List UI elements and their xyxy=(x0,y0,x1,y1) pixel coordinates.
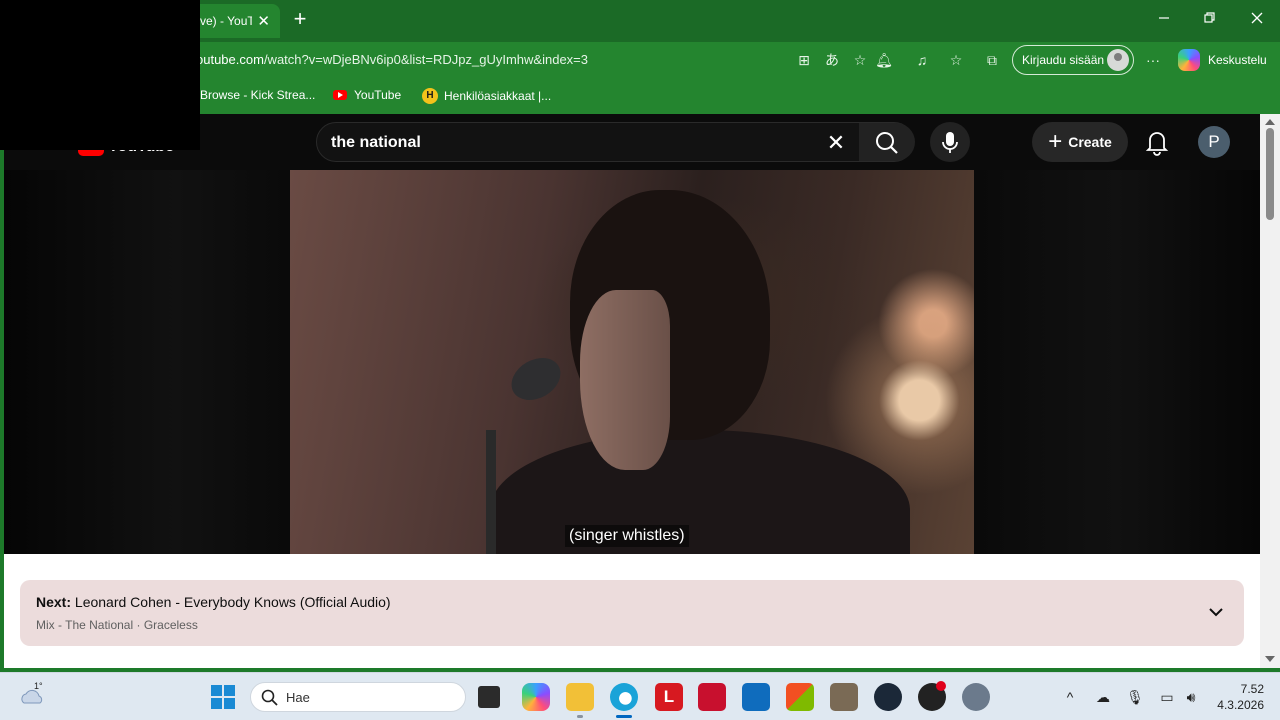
file-explorer-icon[interactable] xyxy=(566,683,594,711)
scroll-thumb[interactable] xyxy=(1266,128,1274,220)
youtube-icon xyxy=(333,90,347,100)
notifications-bell-icon[interactable] xyxy=(1144,128,1170,156)
microsoft-store-icon[interactable] xyxy=(786,683,814,711)
search-input[interactable]: the national xyxy=(331,134,421,152)
video-frame[interactable] xyxy=(290,170,974,554)
video-player[interactable]: (singer whistles) xyxy=(4,170,1260,554)
bookmark-label: Browse - Kick Strea... xyxy=(200,88,316,102)
system-clock[interactable]: 7.52 4.3.2026 xyxy=(1212,681,1264,713)
bookmark-label: Henkilöasiakkaat |... xyxy=(444,89,552,103)
weather-temperature: 1° xyxy=(34,681,43,691)
media-control-icon[interactable]: ♫ xyxy=(912,50,932,70)
network-icon[interactable]: ▭ xyxy=(1157,687,1177,707)
windows-taskbar: 1° Hae L ^ ☁ 🎙︎ ▭ 🔊︎ 7.52 4.3.2026 xyxy=(0,672,1280,720)
bookmark-label: YouTube xyxy=(354,88,402,102)
search-icon xyxy=(261,689,278,706)
singer-face xyxy=(580,290,670,470)
bookmark-youtube[interactable]: YouTube xyxy=(333,88,401,102)
player-left-backdrop xyxy=(4,170,290,554)
scroll-up-icon[interactable] xyxy=(1265,119,1275,125)
youtube-page: YouTube the national ✕ + Create xyxy=(4,114,1260,668)
running-indicator-active xyxy=(616,715,632,718)
minimize-button[interactable] xyxy=(1152,8,1176,32)
more-options-icon[interactable]: ··· xyxy=(1143,50,1163,70)
copilot-button[interactable]: Keskustelu xyxy=(1178,49,1267,71)
page-scrollbar[interactable] xyxy=(1260,114,1280,668)
create-button[interactable]: + Create xyxy=(1032,122,1128,162)
search-icon xyxy=(876,132,898,154)
restore-button[interactable] xyxy=(1198,8,1222,32)
next-prefix: Next: xyxy=(36,594,72,610)
task-view-icon[interactable] xyxy=(478,686,500,708)
tray-overflow-icon[interactable]: ^ xyxy=(1060,687,1080,707)
search-button[interactable] xyxy=(859,123,915,161)
url-field[interactable]: outube.com/watch?v=wDjeBNv6ip0&list=RDJp… xyxy=(196,52,588,67)
copilot-app-icon[interactable] xyxy=(522,683,550,711)
mcafee-icon[interactable] xyxy=(698,683,726,711)
windows-start-icon[interactable] xyxy=(209,683,237,711)
notification-bell-icon[interactable]: 🔔︎ xyxy=(874,50,894,70)
favorites-list-icon[interactable]: ☆ xyxy=(946,50,966,70)
plus-icon: + xyxy=(1048,128,1063,155)
search-box: the national ✕ xyxy=(316,122,915,162)
user-avatar[interactable]: P xyxy=(1198,126,1230,158)
bookmark-kick[interactable]: Browse - Kick Strea... xyxy=(200,88,315,102)
favorite-star-icon[interactable]: ☆ xyxy=(850,50,870,70)
new-tab-button[interactable]: + xyxy=(288,8,312,32)
microphone-icon xyxy=(942,132,958,153)
minimize-icon xyxy=(1159,17,1169,19)
steam-icon[interactable] xyxy=(874,683,902,711)
next-title-text: Leonard Cohen - Everybody Knows (Officia… xyxy=(74,594,391,610)
close-window-button[interactable] xyxy=(1245,8,1269,32)
weather-cloud-icon[interactable] xyxy=(18,681,48,711)
collections-icon[interactable]: ⧉ xyxy=(982,50,1002,70)
bank-icon: H xyxy=(422,88,438,104)
taskbar-search[interactable]: Hae xyxy=(250,682,466,712)
voice-search-button[interactable] xyxy=(930,122,970,162)
bookmark-bank[interactable]: H Henkilöasiakkaat |... xyxy=(422,88,551,104)
create-label: Create xyxy=(1068,134,1112,150)
scroll-down-icon[interactable] xyxy=(1265,656,1275,662)
close-icon xyxy=(1251,12,1263,24)
copilot-icon xyxy=(1178,49,1200,71)
notification-badge xyxy=(936,681,946,691)
mic-stand xyxy=(486,430,496,554)
translate-icon[interactable]: あ xyxy=(822,50,842,70)
redaction-box xyxy=(0,0,200,150)
signin-button[interactable]: Kirjaudu sisään xyxy=(1012,45,1134,75)
outlook-icon[interactable] xyxy=(742,683,770,711)
running-indicator xyxy=(577,715,583,718)
playlist-subtitle: Mix - The National · Graceless xyxy=(36,618,198,632)
next-video-title: Next: Leonard Cohen - Everybody Knows (O… xyxy=(36,594,391,610)
url-path: /watch?v=wDjeBNv6ip0&list=RDJpz_gUyImhw&… xyxy=(263,52,588,67)
chevron-down-icon[interactable] xyxy=(1206,602,1226,622)
settings-gear-icon[interactable] xyxy=(962,683,990,711)
app-available-icon[interactable]: ⊞ xyxy=(794,50,814,70)
video-caption: (singer whistles) xyxy=(565,525,689,547)
clock-date: 4.3.2026 xyxy=(1217,698,1264,712)
singer-body xyxy=(490,430,910,554)
clear-search-icon[interactable]: ✕ xyxy=(823,130,849,156)
clock-time: 7.52 xyxy=(1240,682,1264,696)
copilot-label: Keskustelu xyxy=(1208,53,1267,67)
game-app-icon[interactable] xyxy=(830,683,858,711)
restore-icon xyxy=(1204,12,1215,23)
microphone-tray-icon[interactable]: 🎙︎ xyxy=(1125,687,1145,707)
volume-icon[interactable]: 🔊︎ xyxy=(1181,687,1201,707)
taskbar-search-placeholder: Hae xyxy=(286,690,310,705)
player-right-backdrop xyxy=(974,170,1260,554)
url-host: outube.com xyxy=(196,52,264,67)
signin-label: Kirjaudu sisään xyxy=(1022,53,1105,67)
microphone xyxy=(503,349,569,409)
profile-avatar-icon xyxy=(1107,49,1129,71)
tab-close-icon[interactable]: ✕ xyxy=(257,12,270,30)
onedrive-icon[interactable]: ☁ xyxy=(1093,687,1113,707)
tab-title: ve) - YouTube xyxy=(200,14,252,28)
edge-browser-icon[interactable] xyxy=(610,683,638,711)
playlist-next-panel[interactable]: Next: Leonard Cohen - Everybody Knows (O… xyxy=(20,580,1244,646)
lidl-app-icon[interactable]: L xyxy=(655,683,683,711)
